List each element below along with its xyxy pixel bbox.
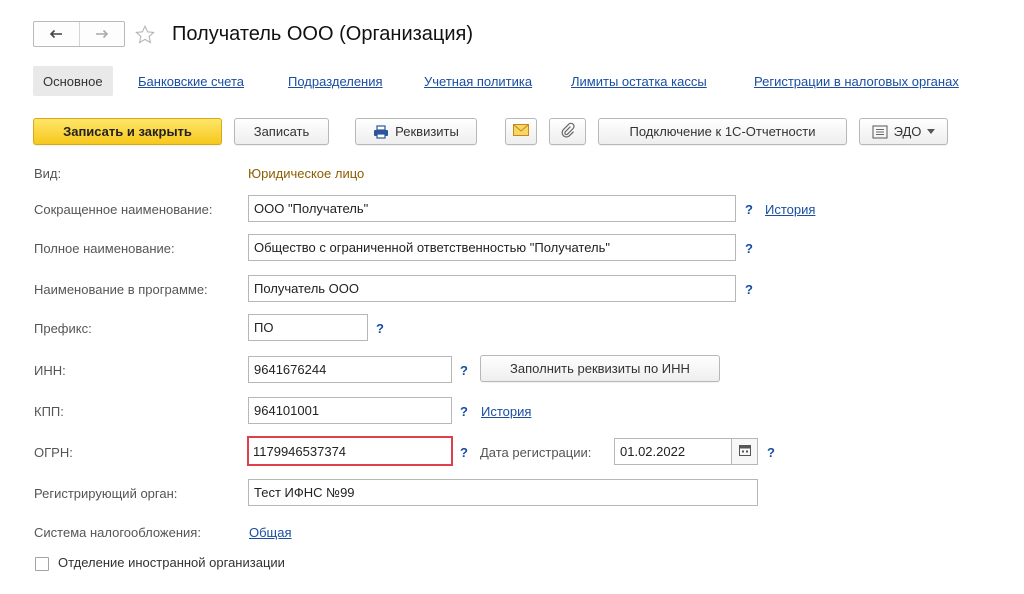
reg-date-label: Дата регистрации: bbox=[480, 445, 592, 460]
kpp-label: КПП: bbox=[34, 404, 64, 419]
paperclip-icon bbox=[561, 122, 575, 141]
tab-accounting-policy[interactable]: Учетная политика bbox=[424, 74, 532, 89]
edo-document-icon bbox=[872, 124, 888, 139]
ogrn-label: ОГРН: bbox=[34, 445, 73, 460]
full-name-field[interactable]: Общество с ограниченной ответственностью… bbox=[248, 234, 736, 261]
save-button[interactable]: Записать bbox=[234, 118, 329, 145]
program-name-label: Наименование в программе: bbox=[34, 282, 208, 297]
reg-date-field[interactable]: 01.02.2022 bbox=[614, 438, 732, 465]
kpp-history-link[interactable]: История bbox=[481, 404, 531, 419]
program-name-help[interactable]: ? bbox=[745, 282, 753, 297]
prefix-label: Префикс: bbox=[34, 321, 92, 336]
favorite-star-icon[interactable] bbox=[133, 21, 157, 47]
reg-body-label: Регистрирующий орган: bbox=[34, 486, 178, 501]
tab-bank-accounts[interactable]: Банковские счета bbox=[138, 74, 244, 89]
connect-1c-reporting-button[interactable]: Подключение к 1С-Отчетности bbox=[598, 118, 847, 145]
tab-cash-limits[interactable]: Лимиты остатка кассы bbox=[571, 74, 707, 89]
connect-1c-reporting-label: Подключение к 1С-Отчетности bbox=[629, 124, 816, 139]
tax-system-link[interactable]: Общая bbox=[249, 525, 292, 540]
edo-label: ЭДО bbox=[893, 124, 922, 139]
forward-button[interactable] bbox=[78, 22, 125, 46]
ogrn-field[interactable]: 1179946537374 bbox=[247, 436, 453, 466]
edo-dropdown-button[interactable]: ЭДО bbox=[859, 118, 948, 145]
short-name-history-link[interactable]: История bbox=[765, 202, 815, 217]
back-button[interactable] bbox=[34, 22, 79, 46]
short-name-field[interactable]: ООО "Получатель" bbox=[248, 195, 736, 222]
full-name-help[interactable]: ? bbox=[745, 241, 753, 256]
inn-field[interactable]: 9641676244 bbox=[248, 356, 452, 383]
vid-label: Вид: bbox=[34, 166, 62, 181]
fill-by-inn-label: Заполнить реквизиты по ИНН bbox=[510, 361, 690, 376]
requisites-label: Реквизиты bbox=[395, 124, 459, 139]
save-and-close-button[interactable]: Записать и закрыть bbox=[33, 118, 222, 145]
foreign-branch-checkbox[interactable] bbox=[35, 557, 49, 571]
calendar-button[interactable] bbox=[732, 438, 758, 465]
prefix-field[interactable]: ПО bbox=[248, 314, 368, 341]
inn-label: ИНН: bbox=[34, 363, 66, 378]
reg-date-help[interactable]: ? bbox=[767, 445, 775, 460]
kpp-field[interactable]: 964101001 bbox=[248, 397, 452, 424]
chevron-down-icon bbox=[927, 129, 936, 134]
kpp-help[interactable]: ? bbox=[460, 404, 468, 419]
printer-icon bbox=[373, 124, 389, 139]
foreign-branch-label: Отделение иностранной организации bbox=[58, 555, 285, 570]
program-name-field[interactable]: Получатель ООО bbox=[248, 275, 736, 302]
tab-main[interactable]: Основное bbox=[33, 66, 113, 96]
requisites-button[interactable]: Реквизиты bbox=[355, 118, 477, 145]
tax-system-label: Система налогообложения: bbox=[34, 525, 201, 540]
full-name-label: Полное наименование: bbox=[34, 241, 175, 256]
history-nav bbox=[33, 21, 125, 47]
vid-value: Юридическое лицо bbox=[248, 166, 365, 181]
attach-button[interactable] bbox=[549, 118, 586, 145]
arrow-right-icon bbox=[95, 27, 109, 42]
prefix-help[interactable]: ? bbox=[376, 321, 384, 336]
short-name-help[interactable]: ? bbox=[745, 202, 753, 217]
short-name-label: Сокращенное наименование: bbox=[34, 202, 213, 217]
envelope-icon bbox=[513, 124, 529, 139]
fill-by-inn-button[interactable]: Заполнить реквизиты по ИНН bbox=[480, 355, 720, 382]
ogrn-help[interactable]: ? bbox=[460, 445, 468, 460]
reg-body-field[interactable]: Тест ИФНС №99 bbox=[248, 479, 758, 506]
email-button[interactable] bbox=[505, 118, 537, 145]
save-label: Записать bbox=[253, 124, 310, 139]
save-and-close-label: Записать и закрыть bbox=[63, 124, 192, 139]
calendar-icon bbox=[738, 444, 751, 459]
tab-departments[interactable]: Подразделения bbox=[288, 74, 383, 89]
arrow-left-icon bbox=[49, 27, 63, 42]
tab-tax-registrations[interactable]: Регистрации в налоговых органах bbox=[754, 74, 959, 89]
page-title: Получатель ООО (Организация) bbox=[172, 23, 474, 45]
inn-help[interactable]: ? bbox=[460, 363, 468, 378]
